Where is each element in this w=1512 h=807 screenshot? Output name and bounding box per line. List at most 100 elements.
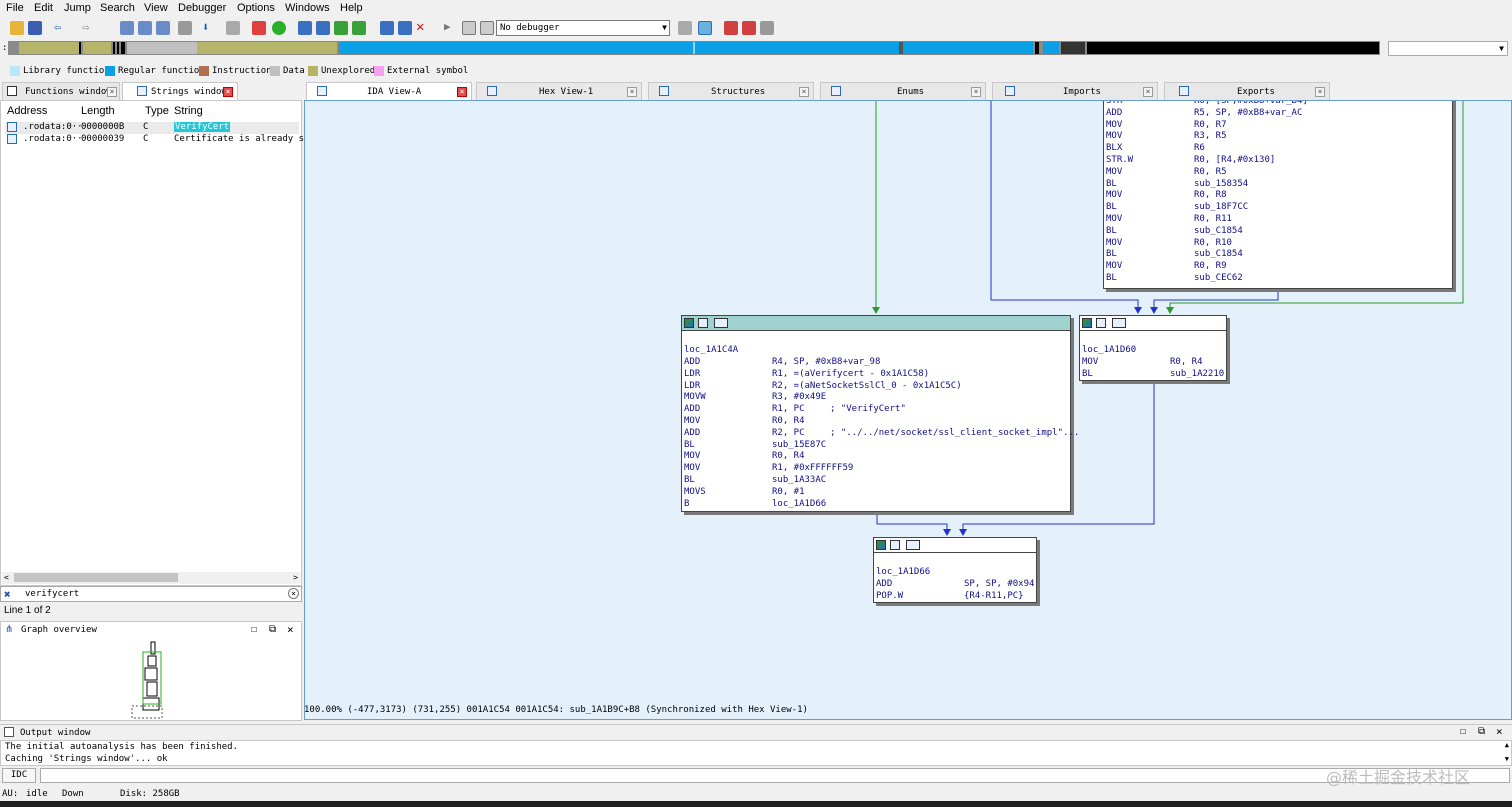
tab-strings-window[interactable]: Strings window × <box>122 82 238 100</box>
text-search-icon[interactable] <box>138 21 152 35</box>
menu-help[interactable]: Help <box>340 2 363 14</box>
code-block-loc-1a1d66[interactable]: loc_1A1D66 ADD SP, SP, #0x94 POP.W {R4-R11,… <box>873 537 1037 603</box>
code-block-loc-1a1d60[interactable]: loc_1A1D60 MOV R0, R4 BL sub_1A2210 <box>1079 315 1227 381</box>
close-icon[interactable]: × <box>457 87 467 97</box>
menu-windows[interactable]: Windows <box>285 2 330 14</box>
close-icon[interactable]: × <box>223 87 233 97</box>
open-icon[interactable] <box>10 21 24 35</box>
legend-label: Library function <box>23 66 110 76</box>
print-icon[interactable] <box>178 21 192 35</box>
menu-edit[interactable]: Edit <box>34 2 53 14</box>
search-next-icon[interactable] <box>156 21 170 35</box>
close-icon[interactable]: × <box>627 87 637 97</box>
clear-icon[interactable]: × <box>288 588 299 599</box>
close-icon[interactable]: × <box>971 87 981 97</box>
tab-imports[interactable]: Imports × <box>992 82 1158 100</box>
patch-icon[interactable] <box>226 21 240 35</box>
close-icon[interactable]: ✕ <box>416 20 430 35</box>
text-view-icon[interactable] <box>714 318 728 328</box>
menu-view[interactable]: View <box>144 2 168 14</box>
table-row[interactable]: .rodata:0··· 0000000B C VerifyCert <box>5 122 299 134</box>
close-icon[interactable]: × <box>1143 87 1153 97</box>
scroll-up-icon[interactable]: ▲ <box>1505 741 1509 749</box>
float-icon[interactable]: ⧉ <box>269 624 276 635</box>
nav-band-combo[interactable]: ▼ <box>1388 41 1508 56</box>
step-over-icon[interactable] <box>698 21 712 35</box>
nav-band-handle[interactable]: : <box>2 43 7 53</box>
string-icon <box>7 134 17 144</box>
add-icon[interactable] <box>334 21 348 35</box>
xref-icon[interactable] <box>380 21 394 35</box>
tab-structures[interactable]: Structures × <box>648 82 814 100</box>
chevron-left-icon[interactable]: < <box>4 573 9 582</box>
graph-overview-map[interactable] <box>129 640 169 720</box>
graph-icon[interactable] <box>1096 318 1106 328</box>
table-row[interactable]: .rodata:0··· 00000039 C Certificate is a… <box>5 134 315 146</box>
text-view-icon[interactable] <box>906 540 920 550</box>
graph-icon[interactable] <box>252 21 266 35</box>
stop-icon[interactable] <box>480 21 494 35</box>
maximize-icon[interactable]: ☐ <box>251 624 257 635</box>
segment-icon[interactable] <box>316 21 330 35</box>
graph-icon[interactable] <box>890 540 900 550</box>
debugger-select[interactable]: No debugger ▼ <box>496 20 670 36</box>
run-script-icon[interactable] <box>272 21 286 35</box>
tab-hex-view-1[interactable]: Hex View-1 × <box>476 82 642 100</box>
horizontal-scrollbar[interactable]: < > <box>2 572 300 584</box>
menu-options[interactable]: Options <box>237 2 275 14</box>
tab-exports[interactable]: Exports × <box>1164 82 1330 100</box>
color-icon[interactable] <box>1082 318 1092 328</box>
menu-debugger[interactable]: Debugger <box>178 2 226 14</box>
tools-icon[interactable] <box>760 21 774 35</box>
maximize-icon[interactable]: ☐ <box>1460 726 1466 737</box>
add-dropdown-icon[interactable] <box>352 21 366 35</box>
navigation-band[interactable] <box>8 41 1380 55</box>
scroll-down-icon[interactable]: ▼ <box>1505 755 1509 763</box>
close-icon[interactable]: × <box>1496 725 1503 738</box>
text-view-icon[interactable] <box>1112 318 1126 328</box>
play-icon[interactable]: ▶ <box>444 21 458 35</box>
menu-jump[interactable]: Jump <box>64 2 91 14</box>
breakpoint-list-icon[interactable] <box>724 21 738 35</box>
column-header-string[interactable]: String <box>174 105 203 117</box>
breakpoint-add-icon[interactable] <box>742 21 756 35</box>
tab-enums[interactable]: Enums × <box>820 82 986 100</box>
close-icon[interactable]: × <box>799 87 809 97</box>
color-icon[interactable] <box>876 540 886 550</box>
graph-icon[interactable] <box>698 318 708 328</box>
chevron-right-icon[interactable]: > <box>293 573 298 582</box>
close-search-icon[interactable]: ✖ <box>4 588 11 601</box>
command-input[interactable] <box>40 768 1510 783</box>
tab-ida-view-a[interactable]: IDA View-A × <box>306 82 472 100</box>
function-icon[interactable] <box>298 21 312 35</box>
column-header-type[interactable]: Type <box>145 105 169 117</box>
code-block-top[interactable]: STR R0, [SP,#0xB8+var_B4] ADD R5, SP, #0xB8… <box>1103 101 1453 289</box>
row-address: .rodata:0··· <box>23 122 89 132</box>
close-icon[interactable]: × <box>107 87 117 97</box>
binary-search-icon[interactable] <box>120 21 134 35</box>
output-window[interactable]: The initial autoanalysis has been finish… <box>0 740 1512 766</box>
forward-icon[interactable]: ⇨ <box>82 21 96 35</box>
command-bar: IDC <box>0 767 1512 784</box>
back-icon[interactable]: ⇦ <box>54 21 68 35</box>
chart-icon[interactable] <box>398 21 412 35</box>
scrollbar-thumb[interactable] <box>14 573 178 582</box>
down-arrow-icon[interactable]: ⬇ <box>202 21 216 35</box>
float-icon[interactable]: ⧉ <box>1478 726 1485 737</box>
step-icon[interactable] <box>678 21 692 35</box>
tab-functions-window[interactable]: Functions window × <box>2 82 120 100</box>
close-icon[interactable]: × <box>1315 87 1325 97</box>
column-header-address[interactable]: Address <box>7 105 47 117</box>
idc-button[interactable]: IDC <box>2 768 36 783</box>
code-block-loc-1a1c4a[interactable]: loc_1A1C4A ADD R4, SP, #0xB8+var_98 LDR R1,… <box>681 315 1079 512</box>
menu-search[interactable]: Search <box>100 2 135 14</box>
save-icon[interactable] <box>28 21 42 35</box>
block-label: loc_1A1D66 <box>876 567 931 577</box>
color-icon[interactable] <box>684 318 694 328</box>
menu-file[interactable]: File <box>6 2 24 14</box>
pause-icon[interactable] <box>462 21 476 35</box>
close-icon[interactable]: × <box>287 623 294 636</box>
search-input[interactable]: verifycert <box>25 589 79 599</box>
column-header-length[interactable]: Length <box>81 105 115 117</box>
graph-view[interactable]: STR R0, [SP,#0xB8+var_B4] ADD R5, SP, #0xB8… <box>304 100 1512 720</box>
